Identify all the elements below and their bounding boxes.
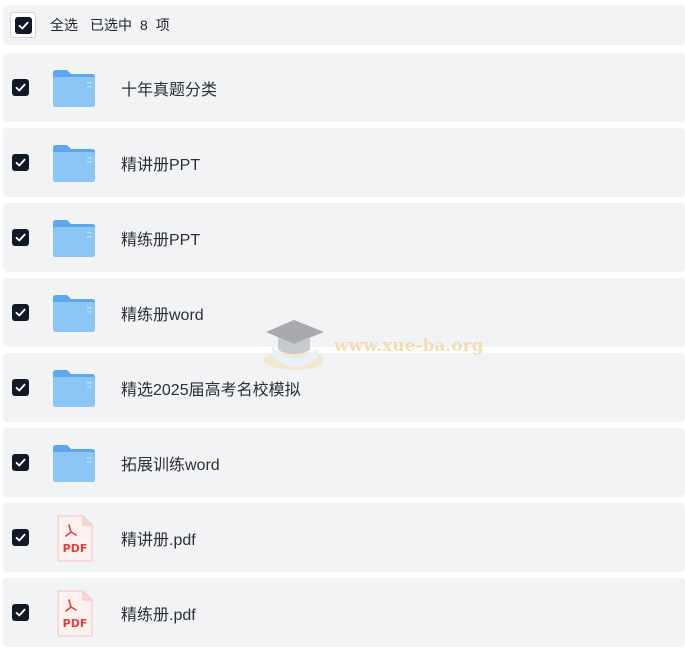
list-item[interactable]: 拓展训练word: [3, 428, 685, 497]
item-name[interactable]: 精练册PPT: [121, 226, 200, 250]
svg-text:PDF: PDF: [63, 617, 88, 630]
item-checkbox[interactable]: [12, 304, 29, 321]
item-checkbox[interactable]: [12, 529, 29, 546]
list-item[interactable]: PDF 精练册.pdf: [3, 578, 685, 647]
folder-icon: [53, 369, 95, 407]
item-name[interactable]: 十年真题分类: [121, 76, 217, 100]
selected-count: 8: [140, 17, 148, 33]
selected-label: 已选中: [90, 17, 132, 33]
item-checkbox[interactable]: [12, 229, 29, 246]
select-all-label[interactable]: 全选: [50, 15, 78, 35]
item-checkbox[interactable]: [12, 604, 29, 621]
item-checkbox[interactable]: [12, 154, 29, 171]
list-item[interactable]: PDF 精讲册.pdf: [3, 503, 685, 572]
select-all-checkbox[interactable]: [10, 12, 36, 38]
folder-icon: [53, 444, 95, 482]
item-name[interactable]: 拓展训练word: [121, 451, 220, 475]
check-icon: [14, 16, 32, 34]
svg-text:PDF: PDF: [63, 542, 88, 555]
folder-icon: [53, 219, 95, 257]
selected-unit: 项: [155, 17, 170, 33]
pdf-file-icon: PDF: [57, 590, 93, 636]
item-checkbox[interactable]: [12, 454, 29, 471]
list-item[interactable]: 精选2025届高考名校模拟: [3, 353, 685, 422]
list-item[interactable]: 精练册word: [3, 278, 685, 347]
list-item[interactable]: 精练册PPT: [3, 203, 685, 272]
folder-icon: [53, 144, 95, 182]
list-item[interactable]: 精讲册PPT: [3, 128, 685, 197]
item-name[interactable]: 精讲册PPT: [121, 151, 200, 175]
item-checkbox[interactable]: [12, 379, 29, 396]
folder-icon: [53, 294, 95, 332]
item-name[interactable]: 精练册word: [121, 301, 204, 325]
item-name[interactable]: 精练册.pdf: [121, 601, 196, 625]
selection-header: 全选 已选中 8 项: [3, 5, 685, 45]
item-name[interactable]: 精选2025届高考名校模拟: [121, 376, 301, 400]
item-name[interactable]: 精讲册.pdf: [121, 526, 196, 550]
pdf-file-icon: PDF: [57, 515, 93, 561]
folder-icon: [53, 69, 95, 107]
list-item[interactable]: 十年真题分类: [3, 53, 685, 122]
file-list: 十年真题分类 精讲册PPT 精练册PPT 精练册word 精选2025届高考名校…: [3, 53, 685, 653]
item-checkbox[interactable]: [12, 79, 29, 96]
